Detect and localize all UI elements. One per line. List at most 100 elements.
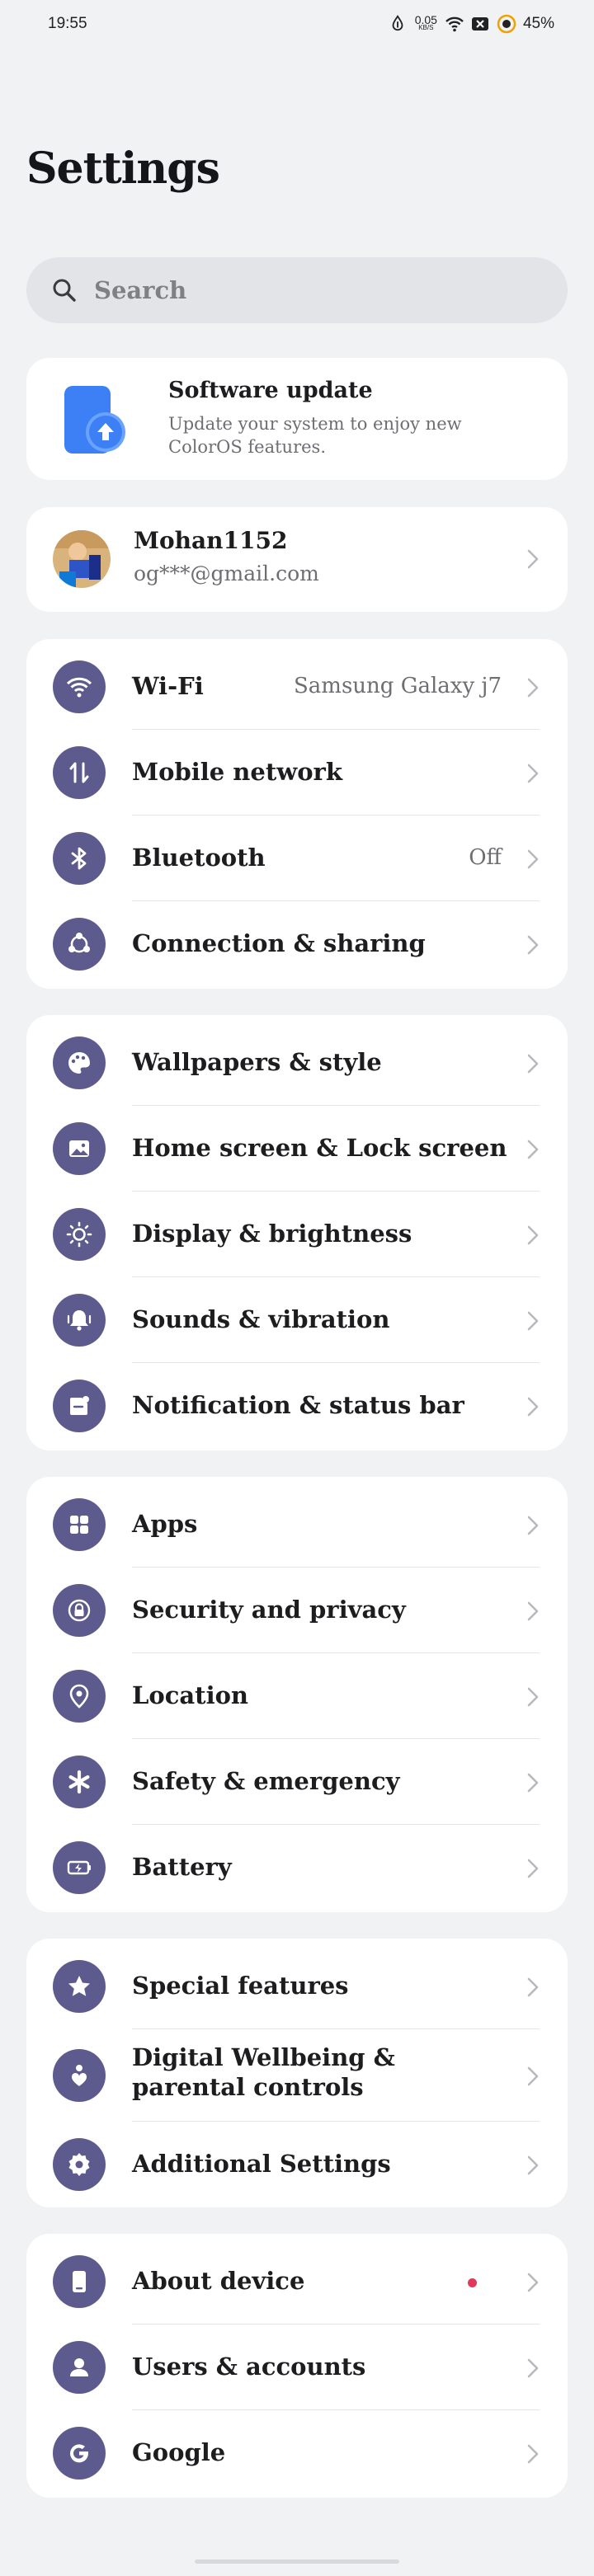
mobile-network-icon — [53, 746, 106, 799]
net-speed-value: 0.05 — [414, 13, 437, 26]
settings-item-security-privacy[interactable]: Security and privacy — [26, 1568, 568, 1653]
settings-item-about-device[interactable]: About device — [26, 2239, 568, 2325]
settings-item-google[interactable]: Google — [26, 2410, 568, 2496]
home-indicator[interactable] — [195, 2560, 399, 2564]
net-speed-unit: KB/S — [418, 24, 434, 31]
google-icon — [53, 2427, 106, 2480]
settings-item-label: Security and privacy — [132, 1596, 406, 1624]
share-icon — [53, 918, 106, 971]
settings-item-label: Display & brightness — [132, 1220, 412, 1248]
chevron-right-icon — [527, 1140, 539, 1159]
settings-group-device-accounts: About device Users & accounts Google — [26, 2234, 568, 2498]
battery-percent: 45% — [522, 15, 554, 32]
status-bar: 19:55 0.05 KB/S 45% — [0, 0, 594, 51]
chevron-right-icon — [527, 1311, 539, 1331]
settings-item-label: Notification & status bar — [132, 1391, 464, 1419]
settings-item-label: Apps — [132, 1510, 198, 1538]
settings-group-system: Apps Security and privacy Location Safet… — [26, 1477, 568, 1912]
chevron-right-icon — [527, 1225, 539, 1245]
chevron-right-icon — [527, 1773, 539, 1793]
search-icon — [53, 279, 76, 302]
bluetooth-icon — [53, 832, 106, 885]
notification-icon — [53, 1380, 106, 1432]
settings-item-label: Bluetooth — [132, 844, 266, 872]
bell-icon — [53, 1294, 106, 1347]
star-icon — [53, 1960, 106, 2013]
settings-item-label: Connection & sharing — [132, 929, 426, 957]
settings-item-label: Sounds & vibration — [132, 1305, 390, 1333]
settings-item-battery[interactable]: Battery — [26, 1825, 568, 1911]
chevron-right-icon — [527, 549, 539, 569]
chevron-right-icon — [527, 2444, 539, 2464]
lock-icon — [53, 1584, 106, 1637]
chevron-right-icon — [527, 1687, 539, 1707]
chevron-right-icon — [527, 2155, 539, 2175]
net-speed: 0.05 KB/S — [414, 13, 437, 32]
chevron-right-icon — [527, 1054, 539, 1074]
search-placeholder: Search — [94, 276, 187, 304]
settings-group-features: Special features Digital Wellbeing & par… — [26, 1939, 568, 2207]
settings-item-wallpapers-style[interactable]: Wallpapers & style — [26, 1020, 568, 1106]
software-update-card[interactable]: Software update Update your system to en… — [26, 358, 568, 480]
settings-item-label: Google — [132, 2438, 226, 2466]
battery-icon — [53, 1841, 106, 1894]
settings-item-notification-status-bar[interactable]: Notification & status bar — [26, 1363, 568, 1449]
settings-item-label: About device — [132, 2267, 305, 2295]
settings-item-connection-sharing[interactable]: Connection & sharing — [26, 901, 568, 987]
brightness-icon — [53, 1208, 106, 1261]
chevron-right-icon — [527, 849, 539, 869]
software-update-icon — [61, 384, 129, 455]
wifi-status-icon — [444, 14, 464, 34]
chevron-right-icon — [527, 1859, 539, 1878]
settings-item-label: Location — [132, 1681, 249, 1709]
account-card[interactable]: Mohan1152 og***@gmail.com — [26, 507, 568, 612]
data-saver-icon — [389, 14, 408, 34]
avatar — [53, 530, 111, 588]
settings-item-label: Additional Settings — [132, 2150, 391, 2178]
chevron-right-icon — [527, 1601, 539, 1621]
settings-group-personalization: Wallpapers & style Home screen & Lock sc… — [26, 1015, 568, 1450]
chevron-right-icon — [527, 1397, 539, 1417]
chevron-right-icon — [527, 1516, 539, 1535]
wifi-network-name: Samsung Galaxy j7 — [293, 674, 502, 698]
settings-item-label: Battery — [132, 1853, 232, 1881]
settings-item-digital-wellbeing[interactable]: Digital Wellbeing & parental controls — [26, 2029, 568, 2122]
settings-item-safety-emergency[interactable]: Safety & emergency — [26, 1739, 568, 1825]
asterisk-icon — [53, 1756, 106, 1808]
software-update-title: Software update — [168, 378, 373, 403]
settings-item-home-lock-screen[interactable]: Home screen & Lock screen — [26, 1106, 568, 1192]
bluetooth-status: Off — [469, 845, 502, 870]
settings-item-label: Wallpapers & style — [132, 1048, 382, 1076]
wellbeing-icon — [53, 2049, 106, 2102]
settings-item-users-accounts[interactable]: Users & accounts — [26, 2325, 568, 2410]
settings-item-location[interactable]: Location — [26, 1653, 568, 1739]
update-badge-dot — [468, 2278, 477, 2287]
settings-item-label: Mobile network — [132, 758, 342, 786]
settings-item-special-features[interactable]: Special features — [26, 1944, 568, 2029]
wifi-icon — [53, 660, 106, 713]
account-email: og***@gmail.com — [134, 562, 319, 585]
settings-item-label: Users & accounts — [132, 2353, 366, 2381]
status-icons: 0.05 KB/S 45% — [389, 13, 554, 35]
status-time: 19:55 — [48, 15, 87, 32]
settings-item-mobile-network[interactable]: Mobile network — [26, 730, 568, 816]
apps-grid-icon — [53, 1498, 106, 1551]
search-input[interactable]: Search — [26, 257, 568, 323]
settings-item-wifi[interactable]: Wi-Fi Samsung Galaxy j7 — [26, 644, 568, 730]
user-icon — [53, 2341, 106, 2394]
chevron-right-icon — [527, 678, 539, 698]
phone-icon — [53, 2255, 106, 2308]
page-title: Settings — [26, 143, 220, 194]
location-pin-icon — [53, 1670, 106, 1723]
settings-item-bluetooth[interactable]: Bluetooth Off — [26, 816, 568, 901]
settings-item-label: Home screen & Lock screen — [132, 1134, 507, 1162]
settings-item-label: Safety & emergency — [132, 1767, 400, 1795]
settings-item-apps[interactable]: Apps — [26, 1482, 568, 1568]
software-update-description: Update your system to enjoy new ColorOS … — [168, 414, 462, 457]
settings-item-label: Digital Wellbeing & parental controls — [132, 2043, 395, 2101]
no-sim-icon — [470, 14, 490, 34]
settings-item-additional-settings[interactable]: Additional Settings — [26, 2122, 568, 2207]
settings-item-sounds-vibration[interactable]: Sounds & vibration — [26, 1277, 568, 1363]
settings-item-display-brightness[interactable]: Display & brightness — [26, 1192, 568, 1277]
image-icon — [53, 1122, 106, 1175]
